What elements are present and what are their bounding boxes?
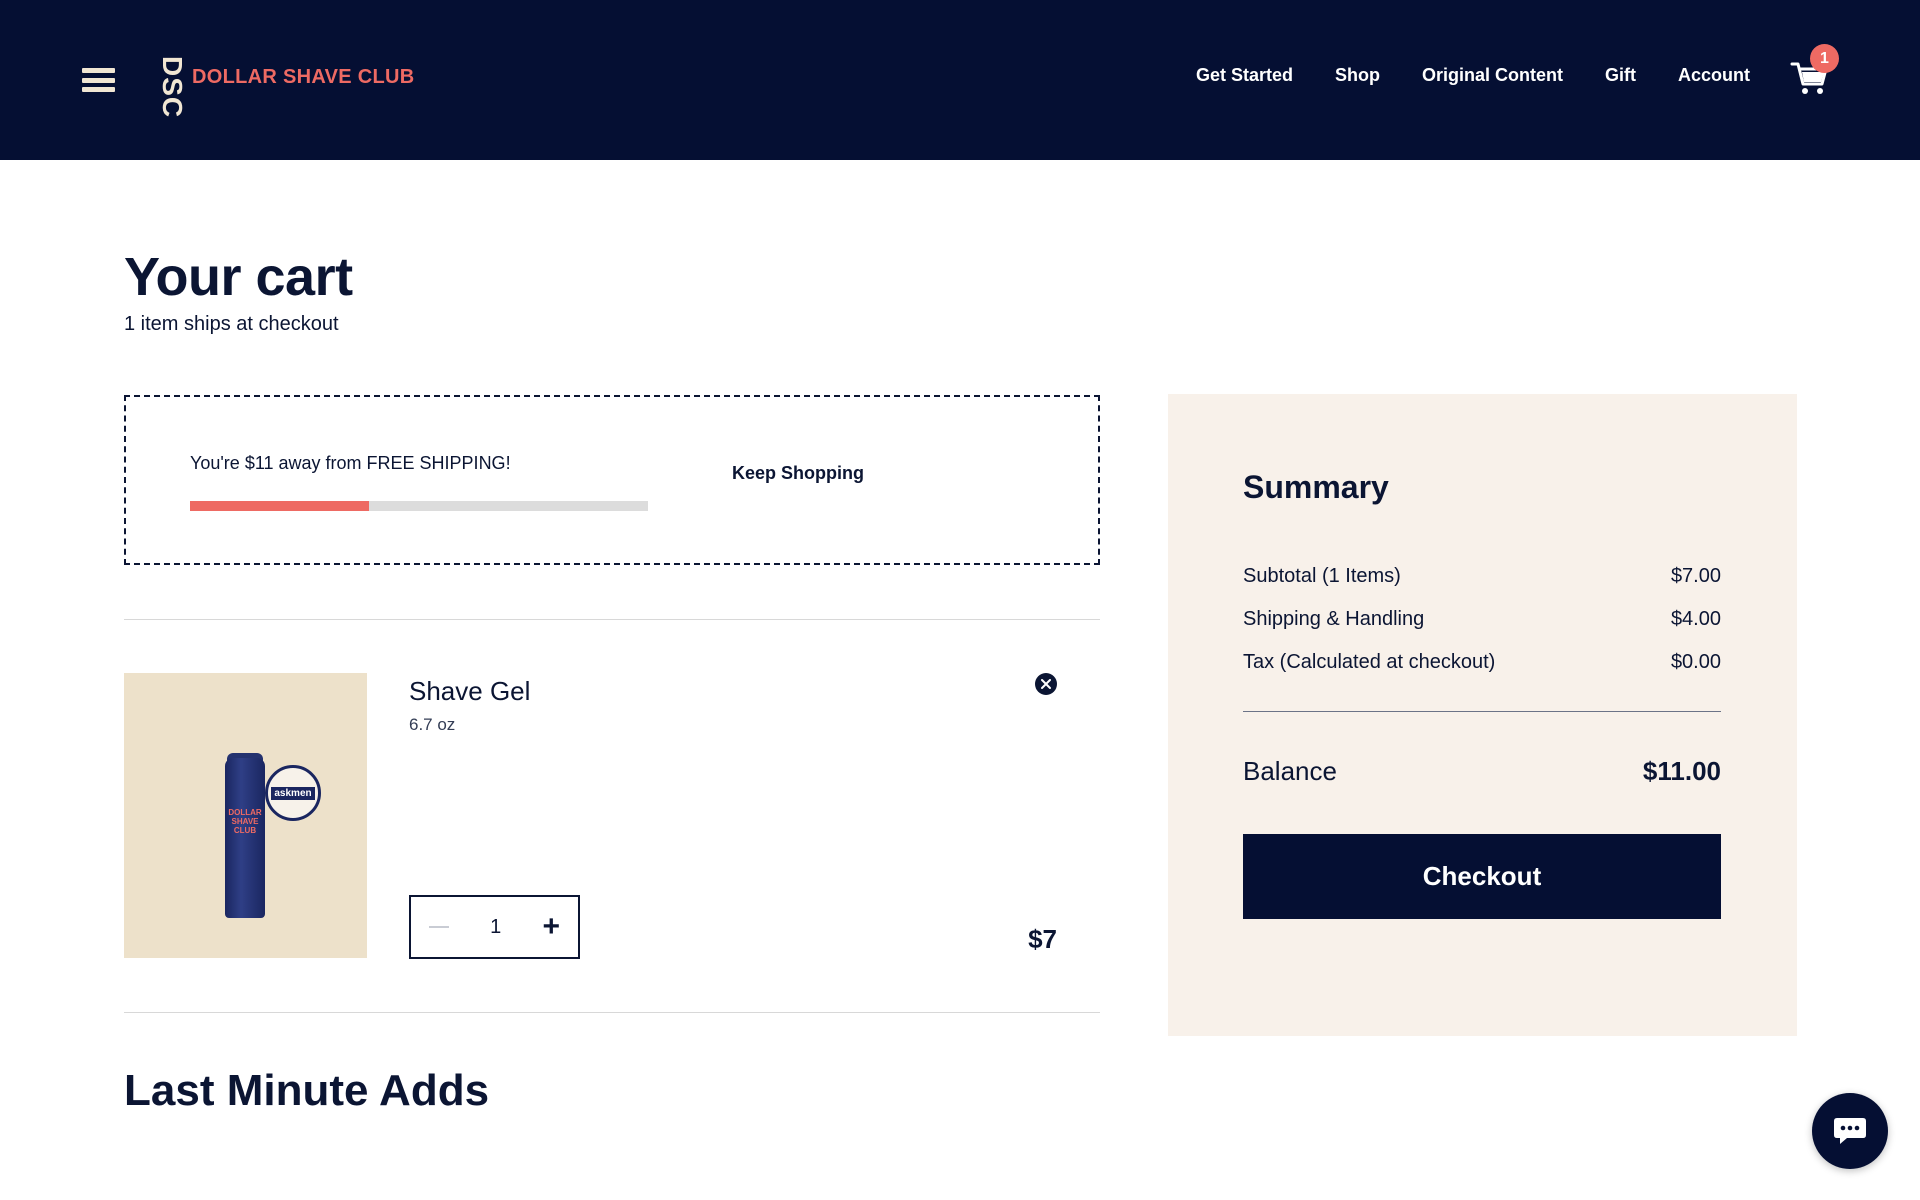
summary-row-subtotal: Subtotal (1 Items) $7.00 — [1243, 565, 1721, 588]
chat-bubble-icon[interactable] — [1812, 1093, 1888, 1169]
summary-row-label: Shipping & Handling — [1243, 608, 1425, 630]
checkout-button[interactable]: Checkout — [1243, 834, 1721, 919]
keep-shopping-link[interactable]: Keep Shopping — [732, 463, 864, 484]
product-can-label: DOLLAR SHAVE CLUB — [228, 808, 262, 835]
nav-get-started[interactable]: Get Started — [1196, 65, 1293, 86]
cart-count-badge: 1 — [1810, 44, 1839, 73]
main-nav: Get Started Shop Original Content Gift A… — [1154, 65, 1750, 86]
decrease-quantity-button[interactable] — [429, 926, 449, 928]
award-seal-icon: askmen — [265, 765, 321, 821]
summary-row-label: Tax (Calculated at checkout) — [1243, 651, 1496, 673]
summary-title: Summary — [1243, 469, 1389, 505]
summary-row-value: $0.00 — [1670, 651, 1721, 673]
logo-text: DOLLAR SHAVE CLUB — [192, 65, 415, 88]
site-header: DSC DOLLAR SHAVE CLUB Get Started Shop O… — [0, 0, 1920, 160]
award-seal-text: askmen — [271, 786, 315, 800]
free-shipping-banner: You're $11 away from FREE SHIPPING! Keep… — [124, 395, 1100, 565]
remove-item-button[interactable] — [1035, 673, 1057, 695]
free-shipping-progress — [190, 501, 648, 511]
page-subtitle: 1 item ships at checkout — [124, 313, 339, 335]
product-can — [225, 758, 265, 918]
nav-original-content[interactable]: Original Content — [1422, 65, 1563, 86]
product-name[interactable]: Shave Gel — [409, 676, 530, 707]
item-price: $7 — [1028, 924, 1057, 954]
logo-mark: DSC — [156, 46, 188, 119]
quantity-stepper: 1 + — [409, 895, 580, 959]
increase-quantity-button[interactable]: + — [542, 912, 560, 942]
nav-shop[interactable]: Shop — [1335, 65, 1380, 86]
balance-value: $11.00 — [1642, 756, 1721, 786]
logo[interactable]: DSC DOLLAR SHAVE CLUB — [156, 46, 415, 119]
menu-icon[interactable] — [82, 68, 115, 92]
balance-label: Balance — [1243, 756, 1337, 786]
summary-row-label: Subtotal (1 Items) — [1243, 565, 1401, 587]
quantity-value[interactable]: 1 — [490, 916, 501, 939]
nav-account[interactable]: Account — [1678, 65, 1750, 86]
product-size: 6.7 oz — [409, 715, 456, 734]
balance-row: Balance $11.00 — [1243, 756, 1721, 787]
page-title: Your cart — [124, 247, 353, 307]
summary-row-value: $4.00 — [1670, 608, 1721, 630]
order-summary: Summary Subtotal (1 Items) $7.00 Shippin… — [1168, 394, 1797, 1036]
last-minute-adds-title: Last Minute Adds — [124, 1066, 490, 1115]
divider — [124, 619, 1100, 620]
nav-gift[interactable]: Gift — [1605, 65, 1636, 86]
progress-fill — [190, 501, 369, 511]
product-image[interactable]: DOLLAR SHAVE CLUB askmen — [124, 673, 367, 958]
free-shipping-message: You're $11 away from FREE SHIPPING! — [190, 453, 511, 473]
logo-mark-text: DSC — [157, 56, 188, 119]
close-icon — [1041, 679, 1051, 689]
summary-row-shipping: Shipping & Handling $4.00 — [1243, 608, 1721, 631]
summary-row-value: $7.00 — [1670, 565, 1721, 587]
summary-divider — [1243, 711, 1721, 712]
divider — [124, 1012, 1100, 1013]
summary-row-tax: Tax (Calculated at checkout) $0.00 — [1243, 651, 1721, 674]
